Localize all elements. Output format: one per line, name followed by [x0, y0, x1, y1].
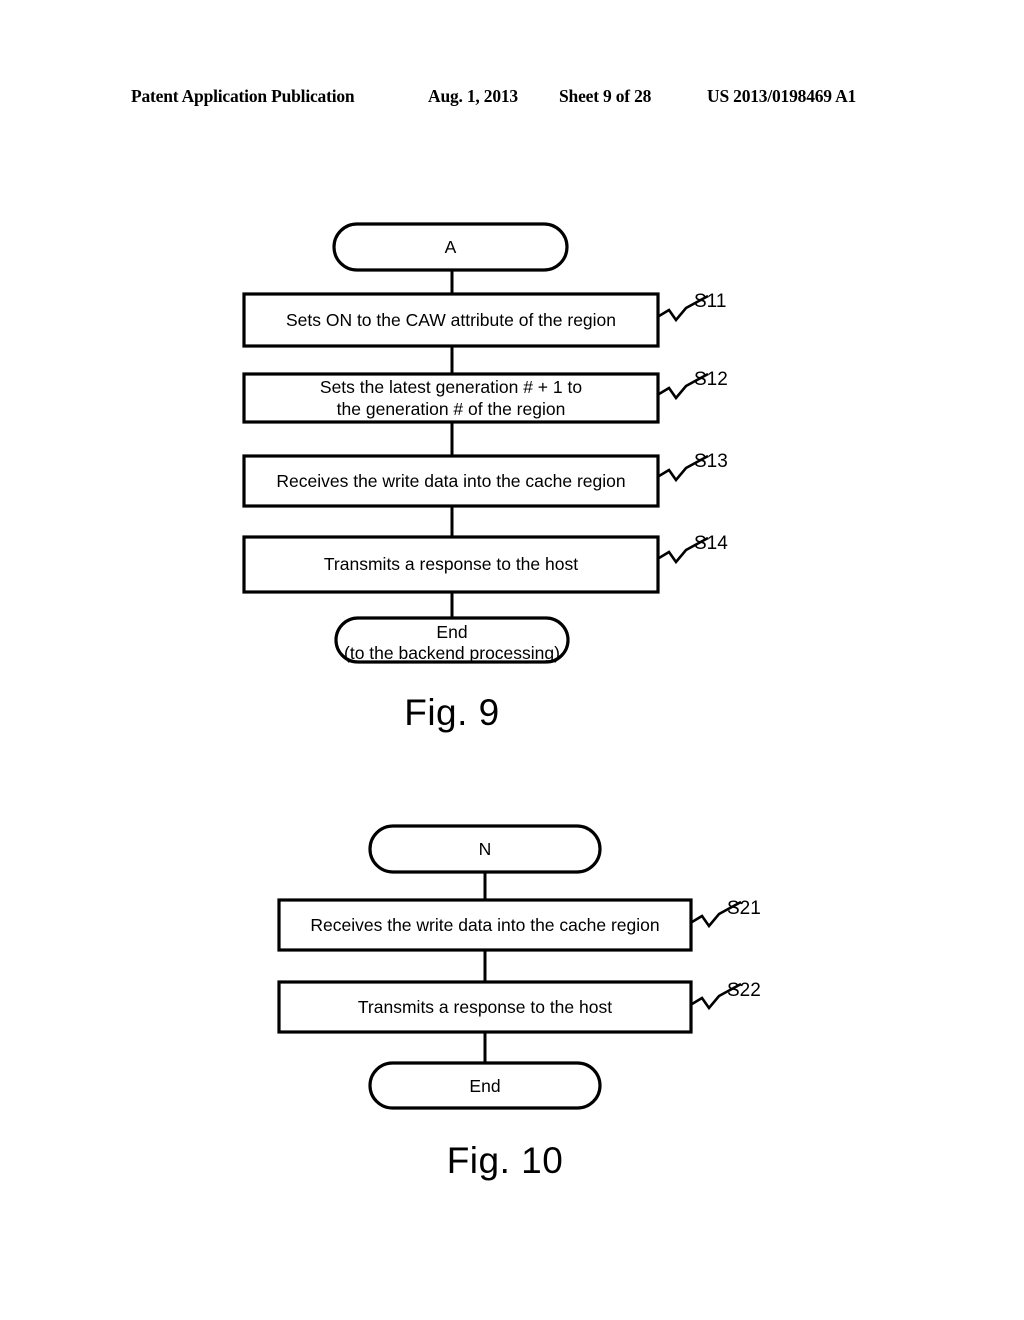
figure-9: A Sets ON to the CAW attribute of the re… — [0, 200, 1024, 760]
terminal-start-a-shape — [332, 222, 569, 272]
figure-9-caption: Fig. 9 — [404, 692, 500, 733]
terminal-end-10-shape — [368, 1061, 602, 1110]
header-sheet-text: Sheet 9 of 28 — [559, 86, 652, 106]
step-label-s22: S22 — [727, 980, 761, 1001]
process-box-s21-shape — [277, 898, 693, 952]
process-box-s13-shape — [242, 454, 660, 508]
process-box-s14-shape — [242, 535, 660, 594]
terminal-end-shape — [334, 616, 570, 664]
step-label-s21: S21 — [727, 898, 761, 919]
step-label-s13: S13 — [694, 451, 728, 472]
header-publication-text: Patent Application Publication — [131, 86, 355, 106]
process-box-s12-shape — [242, 372, 660, 424]
header-date-text: Aug. 1, 2013 — [428, 86, 518, 106]
figure-10: N Receives the write data into the cache… — [0, 810, 1024, 1210]
step-label-s12: S12 — [694, 369, 728, 390]
header-patent-number: US 2013/0198469 A1 — [707, 86, 857, 106]
page-header: Patent Application Publication Aug. 1, 2… — [0, 86, 1024, 112]
figure-9-diagram — [242, 222, 709, 664]
terminal-start-n-shape — [368, 824, 602, 874]
step-label-s11: S11 — [694, 291, 727, 312]
process-box-s11-shape — [242, 292, 660, 348]
figure-10-caption: Fig. 10 — [446, 1140, 564, 1181]
process-box-s22-shape — [277, 980, 693, 1034]
step-label-s14: S14 — [694, 533, 728, 554]
